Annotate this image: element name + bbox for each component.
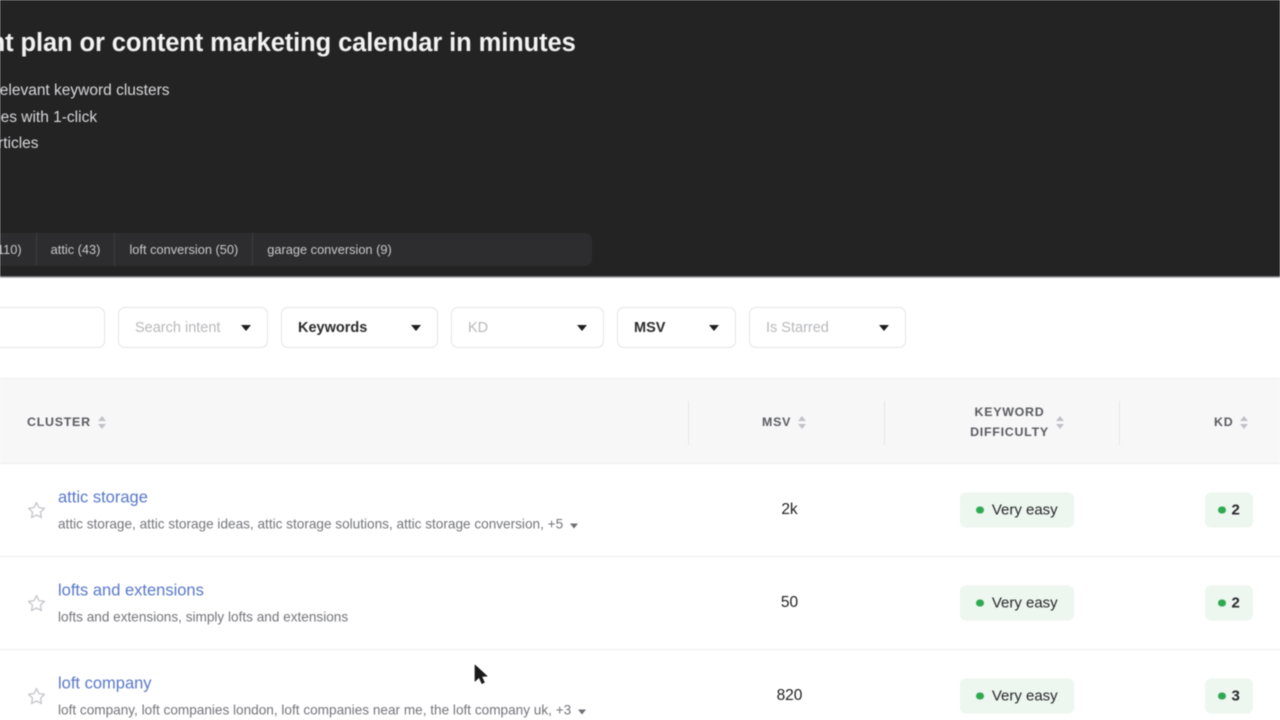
msv-value: 2k xyxy=(781,501,798,518)
column-header-label: KD xyxy=(1214,415,1234,429)
table-row[interactable]: attic storage attic storage, attic stora… xyxy=(0,464,1280,557)
kd-badge: 2 xyxy=(1205,585,1253,621)
difficulty-label: Very easy xyxy=(991,594,1058,612)
column-header-label: CLUSTER xyxy=(27,415,91,429)
column-header-cluster[interactable]: CLUSTER xyxy=(27,379,106,465)
hero-title: e a content plan or content marketing ca… xyxy=(0,29,576,57)
keyword-difficulty-cell: Very easy xyxy=(942,585,1092,621)
chevron-down-icon xyxy=(577,324,587,331)
status-dot-icon xyxy=(1218,506,1226,514)
column-header-msv[interactable]: MSV xyxy=(762,379,807,465)
chevron-down-icon xyxy=(411,324,421,331)
column-divider xyxy=(1119,401,1120,445)
filter-label: Search intent xyxy=(135,319,221,336)
keyword-difficulty-cell: Very easy xyxy=(942,678,1092,714)
hero-banner: e a content plan or content marketing ca… xyxy=(0,0,1280,278)
filter-label: Is Starred xyxy=(766,319,829,336)
msv-value: 820 xyxy=(776,687,803,704)
keyword-chip[interactable]: loft conversion (50) xyxy=(115,232,254,266)
cluster-cell: loft company loft company, loft companie… xyxy=(58,673,587,720)
star-outline-icon[interactable] xyxy=(27,594,46,613)
column-divider xyxy=(688,401,689,445)
hero-bullet: te and optimize articles xyxy=(0,135,39,152)
chevron-down-icon[interactable] xyxy=(578,709,587,714)
cluster-link[interactable]: lofts and extensions xyxy=(58,582,204,600)
column-header-label-line2: DIFFICULTY xyxy=(970,425,1049,439)
cluster-keywords[interactable]: lofts and extensions, simply lofts and e… xyxy=(58,609,348,627)
difficulty-badge: Very easy xyxy=(960,492,1074,528)
kd-value: 2 xyxy=(1231,594,1240,612)
table-header-row: CLUSTER MSV KEYWORD DIFFICULTY KD xyxy=(0,378,1280,464)
column-header-label: MSV xyxy=(762,415,792,429)
search-input[interactable]: rch xyxy=(0,307,105,348)
filter-label: KD xyxy=(468,319,489,336)
status-dot-icon xyxy=(976,506,984,514)
keyword-difficulty-cell: Very easy xyxy=(942,492,1092,528)
chevron-down-icon xyxy=(879,324,889,331)
clusters-table: CLUSTER MSV KEYWORD DIFFICULTY KD attic … xyxy=(0,378,1280,720)
table-row[interactable]: loft company loft company, loft companie… xyxy=(0,650,1280,720)
column-divider xyxy=(884,401,885,445)
keyword-chip[interactable]: garage conversion (9) xyxy=(253,233,405,266)
status-dot-icon xyxy=(1218,599,1226,607)
chevron-down-icon xyxy=(709,324,719,331)
kd-badge: 2 xyxy=(1205,492,1253,528)
column-header-label-line1: KEYWORD xyxy=(974,405,1045,419)
found-words-label: found words xyxy=(0,199,1280,215)
cluster-keywords[interactable]: loft company, loft companies london, lof… xyxy=(58,702,587,720)
sort-toggle-icon[interactable] xyxy=(1240,415,1249,429)
filter-search-intent[interactable]: Search intent xyxy=(118,307,268,348)
difficulty-badge: Very easy xyxy=(960,678,1074,714)
chevron-down-icon[interactable] xyxy=(570,523,579,528)
filter-keywords[interactable]: Keywords xyxy=(281,307,438,348)
hero-bullet-list: vse hundreds of relevant keyword cluster… xyxy=(0,78,1280,158)
cluster-link[interactable]: attic storage xyxy=(58,489,148,507)
found-words-chip-rail: ) conversion (110) attic (43) loft conve… xyxy=(0,232,592,266)
keyword-chip[interactable]: attic (43) xyxy=(37,232,116,266)
hero-bullet: vse hundreds of relevant keyword cluster… xyxy=(0,82,170,99)
difficulty-badge: Very easy xyxy=(960,585,1074,621)
cluster-cell: lofts and extensions lofts and extension… xyxy=(58,580,348,627)
filter-msv[interactable]: MSV xyxy=(617,307,736,348)
app-viewport: e a content plan or content marketing ca… xyxy=(0,0,1280,720)
cluster-keywords-text: loft company, loft companies london, lof… xyxy=(58,702,572,718)
kd-value: 3 xyxy=(1231,687,1240,705)
star-outline-icon[interactable] xyxy=(27,501,46,520)
filter-label: Keywords xyxy=(298,319,368,336)
star-outline-icon[interactable] xyxy=(27,687,46,706)
filter-label: MSV xyxy=(634,319,666,336)
kd-cell: 2 xyxy=(1205,492,1253,528)
sort-toggle-icon[interactable] xyxy=(798,415,807,429)
sort-toggle-icon[interactable] xyxy=(1055,415,1064,429)
msv-value: 50 xyxy=(780,594,799,611)
difficulty-label: Very easy xyxy=(991,687,1058,705)
kd-badge: 3 xyxy=(1205,678,1253,714)
difficulty-label: Very easy xyxy=(991,501,1058,519)
chevron-down-icon xyxy=(241,324,251,331)
column-header-kd[interactable]: KD xyxy=(1214,379,1249,465)
hero-bullet: relevant article titles with 1-click xyxy=(0,108,98,126)
column-header-keyword-difficulty[interactable]: KEYWORD DIFFICULTY xyxy=(942,379,1092,465)
table-row[interactable]: lofts and extensions lofts and extension… xyxy=(0,557,1280,650)
filter-is-starred[interactable]: Is Starred xyxy=(749,307,906,348)
kd-cell: 3 xyxy=(1205,678,1253,714)
cluster-link[interactable]: loft company xyxy=(58,675,152,693)
keyword-chip[interactable]: conversion (110) xyxy=(0,232,37,266)
filter-kd[interactable]: KD xyxy=(451,307,604,348)
sort-toggle-icon[interactable] xyxy=(97,415,106,429)
kd-cell: 2 xyxy=(1205,585,1253,621)
kd-value: 2 xyxy=(1231,501,1240,519)
cluster-cell: attic storage attic storage, attic stora… xyxy=(58,487,579,534)
status-dot-icon xyxy=(1218,692,1226,700)
cluster-keywords-text: attic storage, attic storage ideas, atti… xyxy=(58,516,564,532)
status-dot-icon xyxy=(976,692,984,700)
cluster-keywords-text: lofts and extensions, simply lofts and e… xyxy=(58,609,349,625)
status-dot-icon xyxy=(976,599,984,607)
cluster-keywords[interactable]: attic storage, attic storage ideas, atti… xyxy=(58,516,579,534)
filter-bar: rch Search intent Keywords KD MSV Is Sta… xyxy=(0,278,1280,378)
